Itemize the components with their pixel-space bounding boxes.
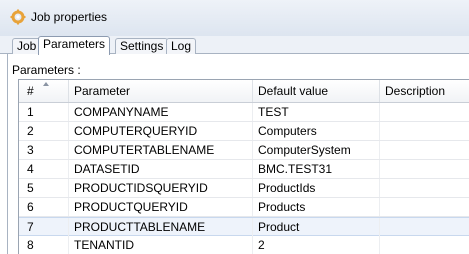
parameters-table[interactable]: # Parameter Default value Description 1 … xyxy=(18,79,469,254)
column-header-parameter[interactable]: Parameter xyxy=(69,80,253,102)
column-header-number[interactable]: # xyxy=(19,80,69,102)
description[interactable] xyxy=(380,103,469,121)
description[interactable] xyxy=(380,236,469,254)
description[interactable] xyxy=(380,179,469,197)
parameters-label: Parameters : xyxy=(12,63,81,77)
tab-job[interactable]: Job xyxy=(12,38,42,54)
row-number: 2 xyxy=(19,122,69,140)
row-number: 7 xyxy=(19,218,69,236)
row-number: 3 xyxy=(19,141,69,159)
table-header: # Parameter Default value Description xyxy=(19,80,469,103)
column-header-description-label: Description xyxy=(385,84,446,98)
parameter-name: DATASETID xyxy=(69,160,253,178)
table-row[interactable]: 4 DATASETID BMC.TEST31 xyxy=(19,160,469,179)
column-header-number-label: # xyxy=(27,84,34,98)
tab-log[interactable]: Log xyxy=(166,38,197,54)
parameter-name: COMPANYNAME xyxy=(69,103,253,121)
default-value[interactable]: ProductIds xyxy=(253,179,380,197)
table-row[interactable]: 6 PRODUCTQUERYID Products xyxy=(19,198,469,217)
parameter-name: TENANTID xyxy=(69,236,253,254)
description[interactable] xyxy=(380,218,469,236)
tab-parameters[interactable]: Parameters xyxy=(38,36,111,55)
description[interactable] xyxy=(380,122,469,140)
default-value[interactable]: 2 xyxy=(253,236,380,254)
table-row[interactable]: 3 COMPUTERTABLENAME ComputerSystem xyxy=(19,141,469,160)
table-row[interactable]: 2 COMPUTERQUERYID Computers xyxy=(19,122,469,141)
parameter-name: COMPUTERTABLENAME xyxy=(69,141,253,159)
sort-ascending-icon xyxy=(43,82,49,86)
tab-parameters-label: Parameters xyxy=(43,37,106,51)
default-value[interactable]: Computers xyxy=(253,122,380,140)
description[interactable] xyxy=(380,141,469,159)
tab-settings-label: Settings xyxy=(120,39,164,53)
description[interactable] xyxy=(380,160,469,178)
row-number: 1 xyxy=(19,103,69,121)
default-value[interactable]: Product xyxy=(253,218,380,236)
tab-log-label: Log xyxy=(171,39,192,53)
parameter-name: COMPUTERQUERYID xyxy=(69,122,253,140)
window-title: Job properties xyxy=(31,10,108,24)
title-bar: Job properties xyxy=(0,0,469,36)
gears-icon xyxy=(10,9,26,25)
column-header-default-value[interactable]: Default value xyxy=(253,80,380,102)
default-value[interactable]: Products xyxy=(253,198,380,216)
row-number: 8 xyxy=(19,236,69,254)
default-value[interactable]: TEST xyxy=(253,103,380,121)
default-value[interactable]: ComputerSystem xyxy=(253,141,380,159)
row-number: 5 xyxy=(19,179,69,197)
column-header-default-value-label: Default value xyxy=(258,84,329,98)
row-number: 4 xyxy=(19,160,69,178)
parameter-name: PRODUCTQUERYID xyxy=(69,198,253,216)
tab-job-label: Job xyxy=(17,39,37,53)
parameter-name: PRODUCTTABLENAME xyxy=(69,218,253,236)
description[interactable] xyxy=(380,198,469,216)
tab-settings[interactable]: Settings xyxy=(115,38,169,54)
table-row[interactable]: 8 TENANTID 2 xyxy=(19,236,469,254)
table-row-selected[interactable]: 7 PRODUCTTABLENAME Product xyxy=(19,217,469,236)
column-header-description[interactable]: Description xyxy=(380,80,469,102)
table-row[interactable]: 1 COMPANYNAME TEST xyxy=(19,103,469,122)
parameter-name: PRODUCTIDSQUERYID xyxy=(69,179,253,197)
row-number: 6 xyxy=(19,198,69,216)
default-value[interactable]: BMC.TEST31 xyxy=(253,160,380,178)
column-header-parameter-label: Parameter xyxy=(74,84,131,98)
table-row[interactable]: 5 PRODUCTIDSQUERYID ProductIds xyxy=(19,179,469,198)
